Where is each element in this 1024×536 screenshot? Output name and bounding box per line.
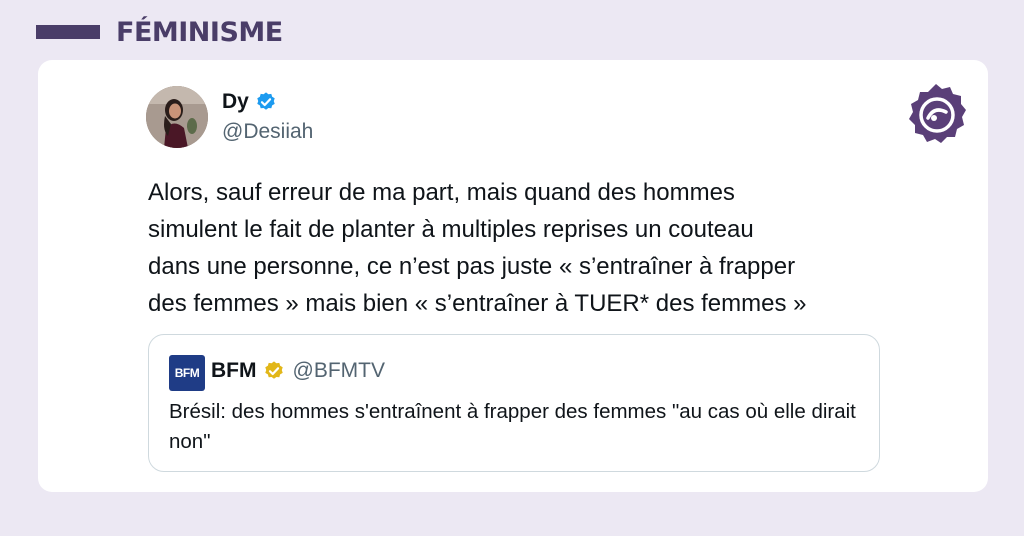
verified-gold-badge-icon <box>264 361 283 379</box>
verified-blue-check-icon <box>257 92 275 110</box>
tweet-card: Dy @Desiiah Alors, sauf erreur de ma par… <box>38 60 988 492</box>
avatar-photo-icon <box>146 86 208 148</box>
quoted-author-name[interactable]: BFM <box>211 359 257 383</box>
brand-logo-icon <box>909 84 966 143</box>
author-name[interactable]: Dy <box>222 90 249 114</box>
quoted-tweet-text: Brésil: des hommes s'entraînent à frappe… <box>169 400 856 453</box>
quoted-author-row: BFM @BFMTV <box>211 359 385 383</box>
section-title: FÉMINISME <box>116 16 283 48</box>
section-header: FÉMINISME <box>36 14 283 50</box>
quoted-author-handle[interactable]: @BFMTV <box>293 359 385 383</box>
author-handle[interactable]: @Desiiah <box>222 120 313 144</box>
quoted-tweet[interactable]: BFM BFM @BFMTV Brésil: des hommes s'entr… <box>148 334 880 472</box>
tweet-text: Alors, sauf erreur de ma part, mais quan… <box>148 179 807 317</box>
bfm-logo: BFM <box>169 355 205 391</box>
author-name-row: Dy <box>222 90 277 114</box>
avatar[interactable] <box>146 86 208 148</box>
header-accent-bar <box>36 25 100 39</box>
